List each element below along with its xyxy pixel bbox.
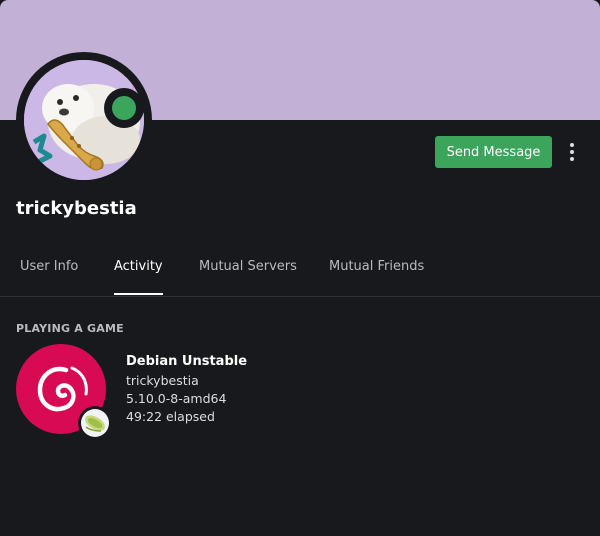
corn-icon — [81, 409, 109, 437]
status-online-dot — [112, 96, 136, 120]
tab-mutual-friends[interactable]: Mutual Friends — [329, 240, 424, 295]
tab-mutual-servers[interactable]: Mutual Servers — [199, 240, 297, 295]
activity-section-title: PLAYING A GAME — [16, 322, 124, 335]
activity-state: 5.10.0-8-amd64 — [126, 391, 227, 406]
status-indicator — [104, 88, 144, 128]
activity-small-badge — [78, 406, 112, 440]
vertical-dots-icon[interactable] — [562, 140, 582, 164]
tab-user-info[interactable]: User Info — [20, 240, 78, 295]
activity-elapsed: 49:22 elapsed — [126, 409, 215, 424]
user-profile-card: Send Message trickybestia User Info Acti… — [0, 0, 600, 536]
profile-tabs: User Info Activity Mutual Servers Mutual… — [0, 240, 600, 297]
activity-name: Debian Unstable — [126, 354, 248, 369]
tab-activity[interactable]: Activity — [114, 240, 163, 295]
send-message-button[interactable]: Send Message — [435, 136, 552, 168]
activity-details: trickybestia — [126, 373, 199, 388]
username: trickybestia — [16, 198, 137, 219]
